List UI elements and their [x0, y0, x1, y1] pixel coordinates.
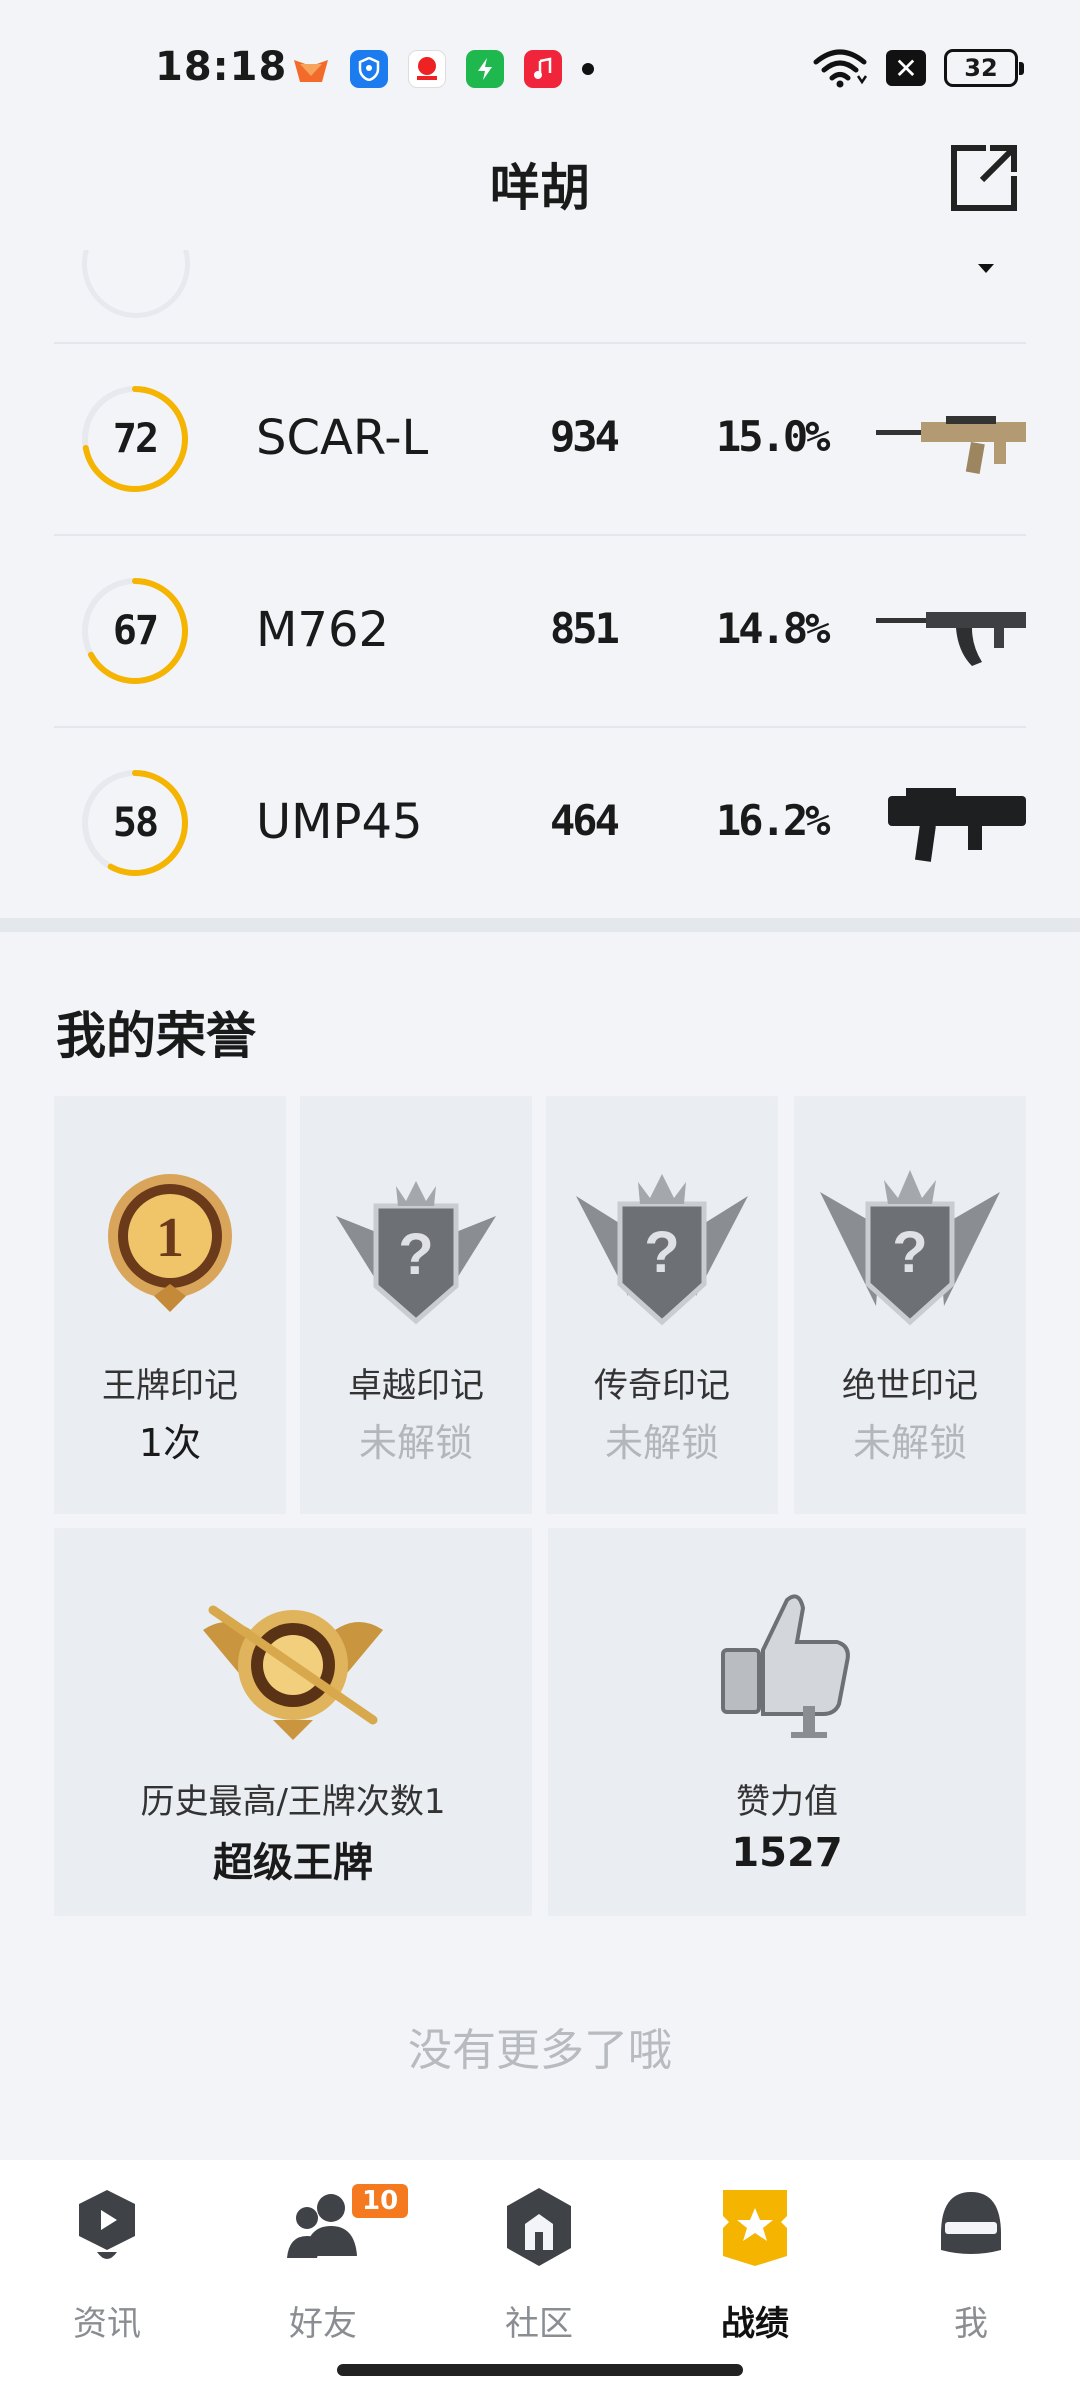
weapon-kills: 464 [550, 796, 620, 845]
section-divider [0, 918, 1080, 932]
highest-rank-card[interactable]: 历史最高/王牌次数1 超级王牌 [54, 1528, 532, 1916]
weapon-name: UMP45 [256, 794, 423, 850]
svg-text:?: ? [892, 1220, 927, 1285]
record-icon [723, 2190, 787, 2266]
nav-item-news[interactable]: 资讯 [32, 2186, 182, 2344]
weapon-name: SCAR-L [256, 410, 429, 466]
svg-text:?: ? [398, 1222, 433, 1287]
nav-item-community[interactable]: 社区 [464, 2186, 614, 2344]
weapon-row[interactable]: 58 UMP45 464 16.2% [54, 728, 1026, 920]
locked-badge-icon: ? [336, 1181, 496, 1325]
system-status: ✕ 32 [812, 48, 1024, 88]
svg-text:?: ? [644, 1220, 679, 1285]
friends-count-badge: 10 [352, 2184, 409, 2218]
weapon-score: 58 [112, 800, 159, 846]
honor-name: 绝世印记 [842, 1366, 978, 1406]
page-title: 咩胡 [490, 159, 590, 217]
locked-badge-icon: ? [576, 1174, 748, 1326]
likes-card[interactable]: 赞力值 1527 [548, 1528, 1026, 1916]
weapon-name: M762 [256, 602, 390, 658]
honor-value: 未解锁 [358, 1421, 473, 1465]
honor-card-peerless[interactable]: ? 绝世印记 未解锁 [794, 1096, 1026, 1514]
community-icon [507, 2188, 571, 2266]
nav-item-friends[interactable]: 10 好友 [248, 2184, 409, 2344]
likes-label: 赞力值 [736, 1782, 838, 1822]
weapon-kills: 851 [550, 604, 620, 653]
share-icon[interactable] [946, 140, 1022, 216]
nav-item-record[interactable]: 战绩 [680, 2186, 830, 2344]
weapon-row-partial[interactable] [54, 230, 1026, 344]
score-ring-partial [82, 250, 190, 320]
highest-rank-label: 历史最高/王牌次数1 [140, 1782, 446, 1822]
music-app-icon [524, 50, 562, 88]
m762-rifle-image [876, 612, 1026, 666]
honor-name: 卓越印记 [348, 1366, 484, 1406]
honor-card-excellence[interactable]: ? 卓越印记 未解锁 [300, 1096, 532, 1514]
more-notifications-dot [582, 63, 594, 75]
weapon-row[interactable]: 72 SCAR-L 934 15.0% [54, 344, 1026, 536]
sim-off-icon: ✕ [886, 50, 926, 86]
weapon-score: 72 [112, 416, 159, 462]
battery-icon: 32 [944, 49, 1024, 87]
honor-name: 王牌印记 [102, 1366, 238, 1406]
ace-mark-badge-icon: 1 [108, 1174, 232, 1312]
battery-level: 32 [964, 54, 998, 82]
svg-text:1: 1 [156, 1207, 184, 1269]
honor-card-legend[interactable]: ? 传奇印记 未解锁 [546, 1096, 778, 1514]
honor-value: 1次 [138, 1421, 202, 1465]
caret-down-icon [978, 264, 994, 273]
title-bar: 咩胡 [0, 130, 1080, 230]
locked-badge-icon: ? [820, 1170, 1000, 1326]
weapon-rate: 15.0% [716, 412, 830, 461]
red-app-icon [408, 50, 446, 88]
notification-icons [292, 50, 594, 88]
weapon-rate: 14.8% [716, 604, 830, 653]
honor-card-ace[interactable]: 1 王牌印记 1次 [54, 1096, 286, 1514]
nav-label: 好友 [289, 2304, 357, 2344]
end-of-list-text: 没有更多了哦 [408, 2025, 672, 2076]
honor-name: 传奇印记 [594, 1366, 730, 1406]
honors-title: 我的荣誉 [56, 1007, 256, 1065]
fan-app-icon [292, 50, 330, 88]
news-icon [79, 2190, 135, 2259]
nav-label: 资讯 [73, 2304, 141, 2344]
weapon-rate: 16.2% [716, 796, 830, 845]
home-indicator[interactable] [337, 2364, 743, 2376]
thumbs-up-icon [721, 1594, 850, 1738]
nav-label: 我 [954, 2304, 988, 2344]
weapon-kills: 934 [550, 412, 620, 461]
likes-value: 1527 [731, 1830, 843, 1876]
weapon-score: 67 [112, 608, 159, 654]
nav-label: 战绩 [721, 2304, 789, 2344]
green-app-icon [466, 50, 504, 88]
weapon-row[interactable]: 67 M762 851 14.8% [54, 536, 1026, 728]
nav-item-me[interactable]: 我 [896, 2186, 1046, 2344]
honor-value: 未解锁 [852, 1421, 967, 1465]
friends-icon [287, 2194, 357, 2258]
honor-value: 未解锁 [604, 1421, 719, 1465]
ump45-smg-image [888, 788, 1026, 862]
status-time: 18:18 [155, 44, 288, 90]
helmet-icon [941, 2192, 1001, 2254]
status-bar: 18:18 ✕ 32 [0, 0, 1080, 130]
highest-rank-value: 超级王牌 [213, 1840, 373, 1886]
nav-label: 社区 [505, 2304, 573, 2344]
wifi-icon [813, 49, 868, 88]
scar-l-rifle-image [876, 416, 1026, 474]
super-ace-badge-icon [203, 1605, 383, 1740]
shield-app-icon [350, 50, 388, 88]
